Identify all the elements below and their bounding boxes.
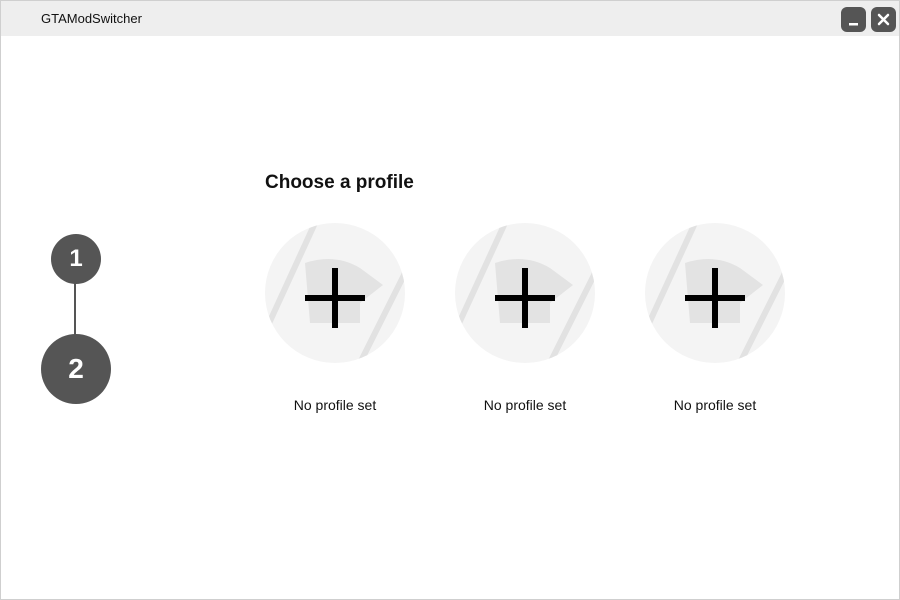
app-window: GTAModSwitcher 1 2 Choose a profile No p… (0, 0, 900, 600)
window-title: GTAModSwitcher (41, 11, 142, 26)
add-profile-button[interactable] (645, 223, 785, 363)
stepper-connector (74, 283, 76, 335)
profile-slot-2: No profile set (455, 223, 595, 423)
add-profile-button[interactable] (265, 223, 405, 363)
profile-slot-label: No profile set (483, 397, 567, 413)
step-1-label: 1 (69, 245, 83, 272)
title-bar[interactable]: GTAModSwitcher (1, 1, 899, 36)
step-2[interactable]: 2 (41, 334, 111, 404)
step-2-label: 2 (68, 353, 84, 384)
profile-slot-label: No profile set (673, 397, 757, 413)
profile-slot-label: No profile set (293, 397, 377, 413)
profile-slot-3: No profile set (645, 223, 785, 423)
profile-slot-1: No profile set (265, 223, 405, 423)
step-1[interactable]: 1 (51, 234, 101, 284)
minimize-button[interactable] (841, 7, 866, 32)
add-profile-button[interactable] (455, 223, 595, 363)
page-title: Choose a profile (265, 172, 414, 193)
minimize-icon (849, 23, 858, 26)
close-icon (877, 13, 890, 26)
close-button[interactable] (871, 7, 896, 32)
